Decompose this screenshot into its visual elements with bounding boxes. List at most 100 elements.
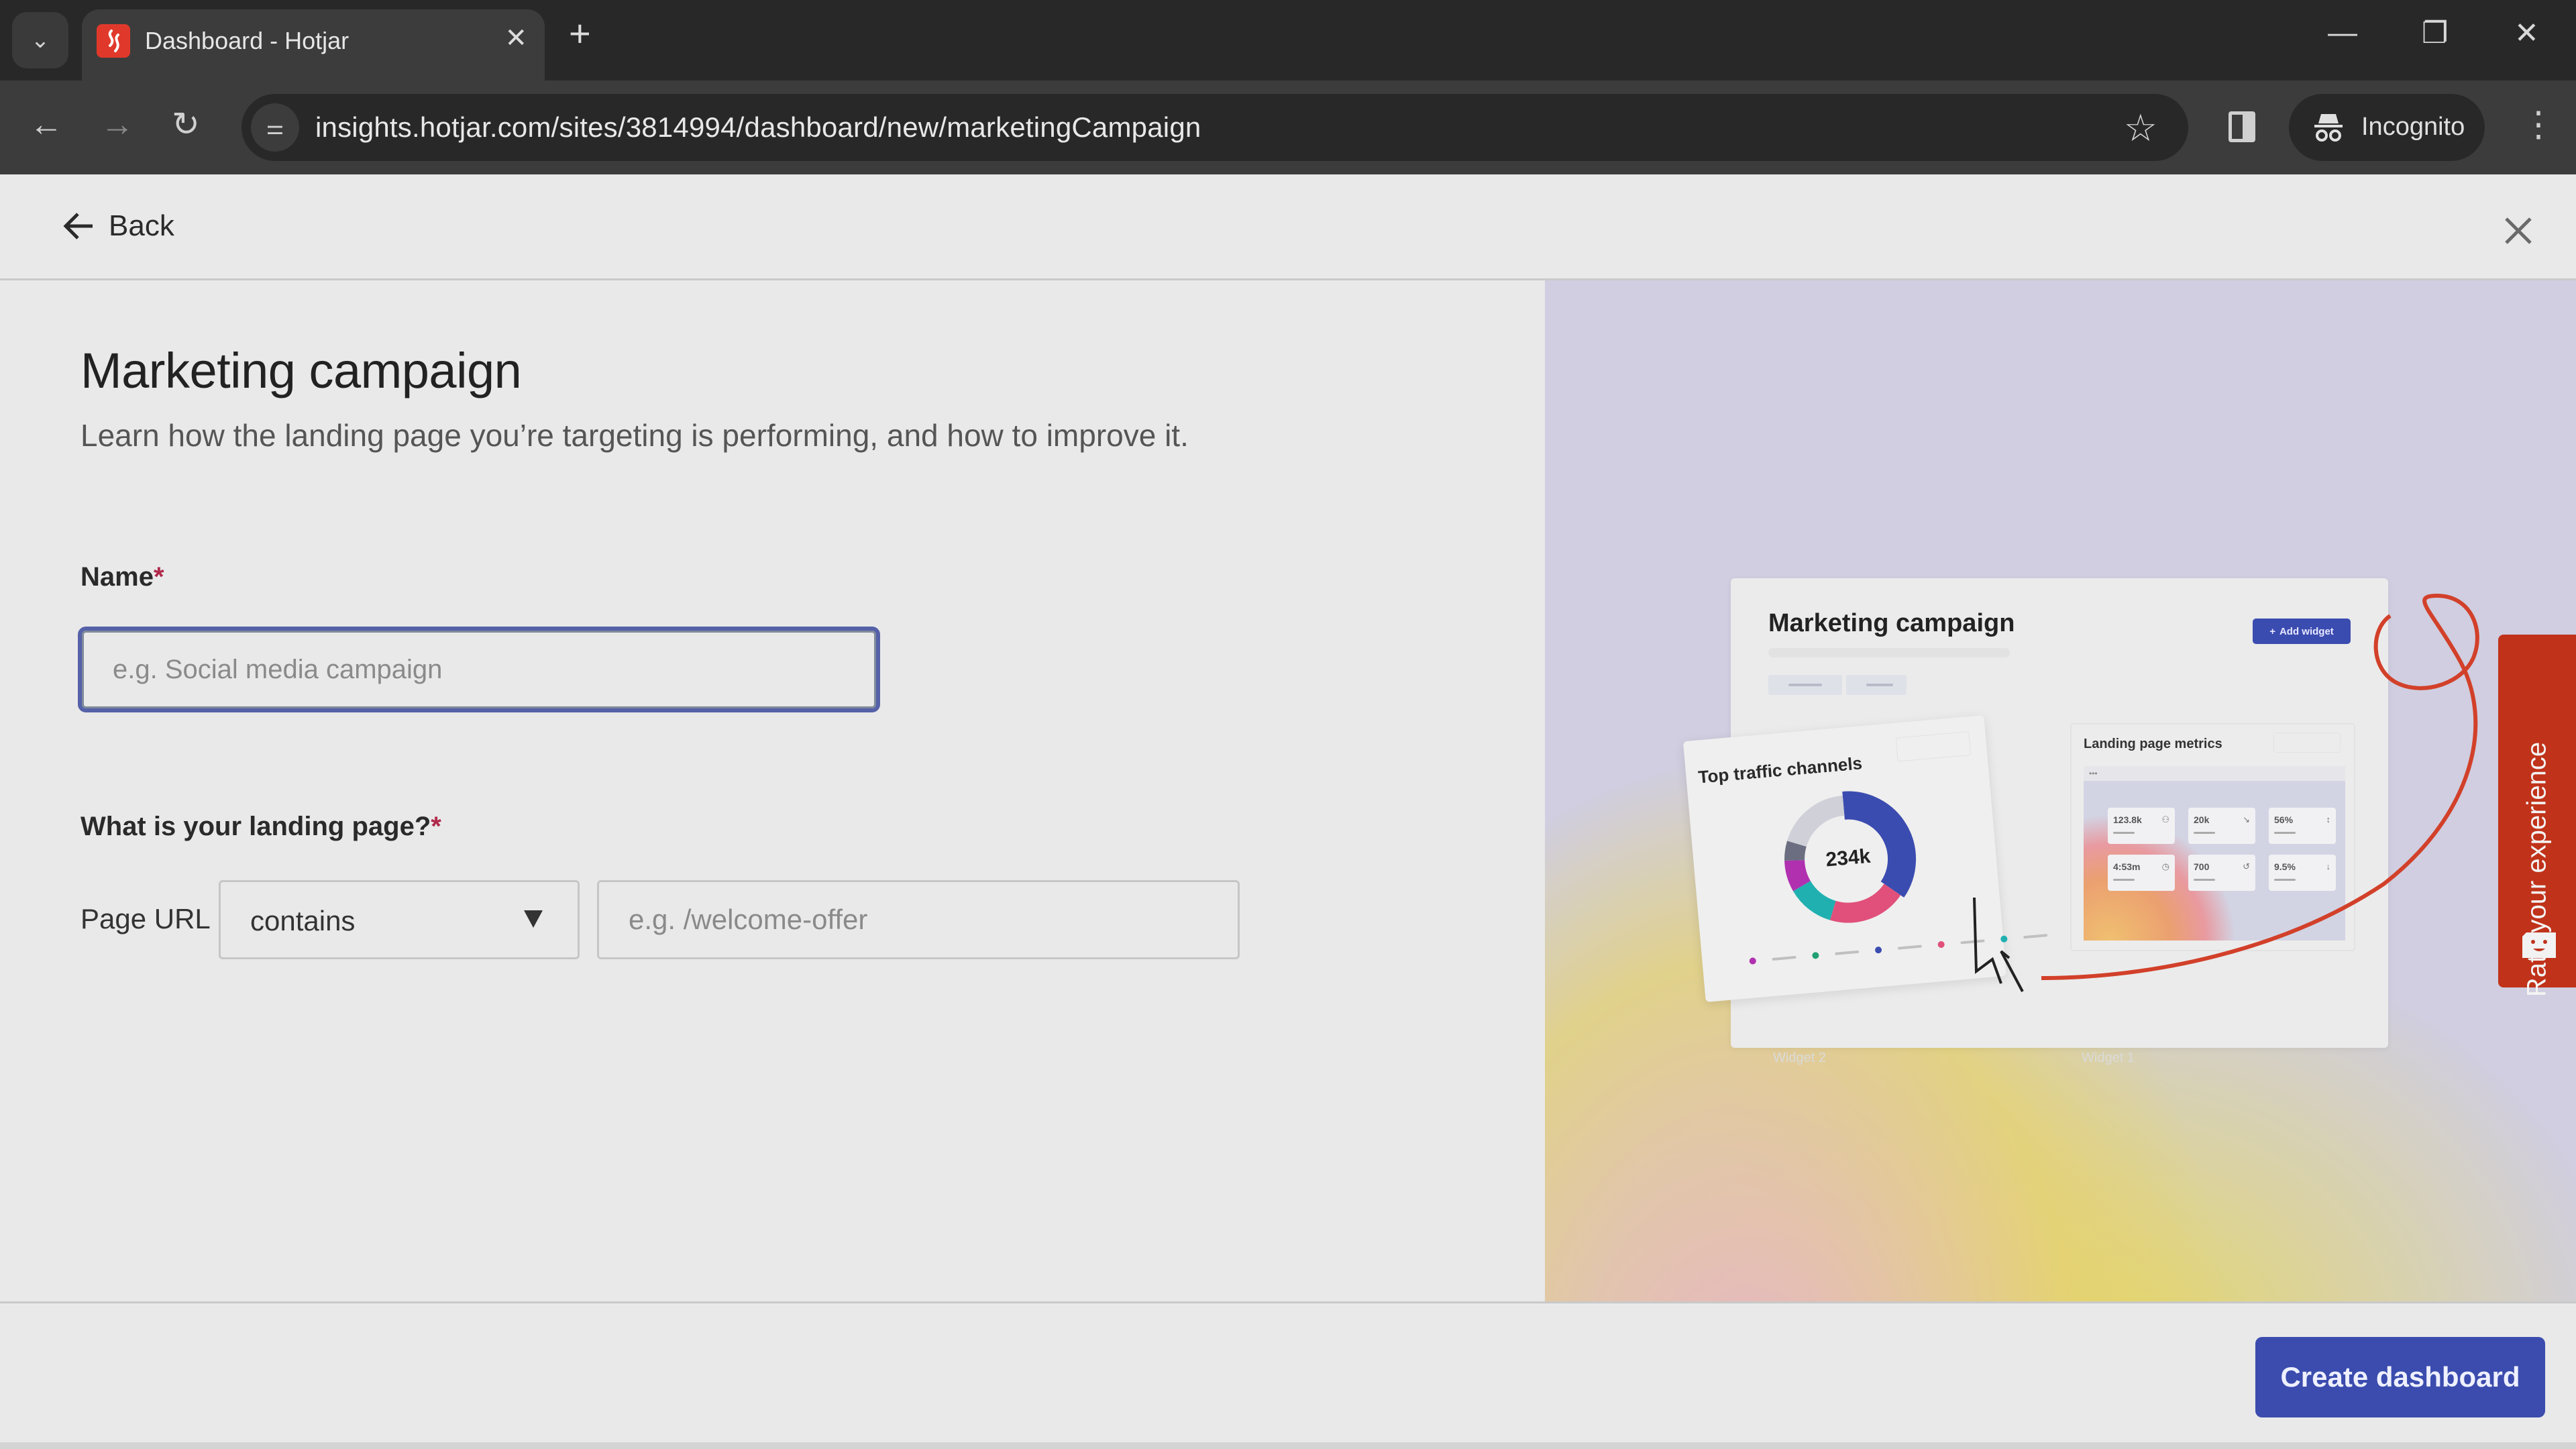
minimize-icon[interactable]: — (2328, 16, 2357, 50)
legend-dot (1811, 951, 1819, 959)
chevron-down-icon: ⌄ (30, 28, 50, 53)
page-subtitle: Learn how the landing page you’re target… (80, 418, 1189, 453)
landing-page-label: What is your landing page?* (80, 812, 441, 842)
donut-segment (1829, 883, 1901, 923)
incognito-icon (2314, 114, 2343, 142)
window-dots: ••• (2084, 766, 2345, 781)
reload-icon[interactable]: ↻ (172, 107, 200, 141)
footer-bar: Create dashboard (0, 1301, 2576, 1449)
rage-click-icon: ↺ (2243, 861, 2250, 871)
create-dashboard-button[interactable]: Create dashboard (2255, 1337, 2545, 1417)
name-label: Name* (80, 562, 164, 592)
required-mark: * (153, 562, 164, 592)
tab-title: Dashboard - Hotjar (145, 27, 350, 54)
page-url-input[interactable] (597, 880, 1240, 959)
browser-toolbar: ← → ↻ ⚌ insights.hotjar.com/sites/381499… (0, 80, 2576, 174)
donut-segment (1787, 795, 1845, 847)
metric-label-placeholder (2113, 832, 2135, 834)
metric-value: 20k (2194, 814, 2210, 825)
preview-add-widget-button: + Add widget (2253, 619, 2351, 644)
legend-line (1960, 939, 1985, 945)
url-text[interactable]: insights.hotjar.com/sites/3814994/dashbo… (315, 111, 1201, 144)
browser-menu-icon[interactable]: ⋮ (2521, 107, 2556, 142)
page-header: Back (0, 174, 2576, 280)
side-panel-icon[interactable] (2229, 111, 2255, 142)
metric-label-placeholder (2113, 879, 2135, 881)
metric-value: 123.8k (2113, 814, 2142, 825)
metric-value: 9.5% (2274, 861, 2296, 872)
metric-card: 20k ↘ (2188, 808, 2255, 844)
form-panel: Marketing campaign Learn how the landing… (0, 280, 1545, 1301)
metric-card: 4:53m ◷ (2108, 855, 2175, 891)
browser-tab-bar: ⌄ Dashboard - Hotjar ✕ + — ❐ ✕ (0, 0, 2576, 80)
new-tab-button[interactable]: + (569, 15, 591, 52)
drop-off-icon: ↓ (2326, 861, 2331, 871)
tune-icon: ⚌ (266, 116, 284, 139)
traffic-filter-placeholder (1895, 731, 1972, 762)
metric-card: 56% ↕ (2269, 808, 2336, 844)
bottom-strip (0, 1442, 2576, 1449)
clock-icon: ◷ (2161, 861, 2169, 871)
site-info-icon[interactable]: ⚌ (251, 103, 299, 152)
legend-dot (1749, 957, 1757, 965)
click-icon: ↘ (2243, 814, 2250, 824)
metrics-filter-placeholder (2273, 733, 2341, 753)
add-widget-label: Add widget (2279, 625, 2334, 637)
smiley-chat-icon (2522, 932, 2556, 958)
url-match-select[interactable]: contains (219, 880, 580, 959)
tab-search-button[interactable]: ⌄ (12, 12, 68, 68)
close-icon[interactable] (2502, 215, 2534, 247)
preview-filter-chip (1846, 675, 1907, 695)
users-icon: ⚇ (2161, 814, 2169, 824)
back-label: Back (109, 209, 174, 242)
legend-dot (1937, 941, 1945, 949)
traffic-title: Top traffic channels (1697, 753, 1864, 788)
plus-icon: + (2269, 625, 2275, 637)
preview-date-chip (1768, 675, 1842, 695)
metric-label-placeholder (2274, 832, 2296, 834)
name-input[interactable] (78, 627, 880, 712)
illustration-panel: Marketing campaign + Add widget Top traf… (1545, 280, 2576, 1301)
traffic-widget: Top traffic channels 234k (1682, 715, 2048, 1002)
metric-value: 56% (2274, 814, 2294, 825)
browser-tab[interactable]: Dashboard - Hotjar ✕ (82, 9, 545, 80)
back-button[interactable]: Back (63, 209, 174, 243)
page-title: Marketing campaign (80, 343, 522, 398)
legend-line (1772, 955, 1796, 961)
page-url-label: Page URL (80, 903, 211, 934)
metric-label-placeholder (2274, 879, 2296, 881)
legend-line (2023, 934, 2048, 939)
metrics-screenshot: ••• 123.8k ⚇ 20k ↘ 56% ↕ 4:53m ◷ 700 ↺ 9.5% ↓ (2084, 766, 2345, 941)
widget-ghost-2: Widget 2 (1773, 1051, 1826, 1065)
landing-page-label-text: What is your landing page? (80, 812, 431, 841)
metric-card: 700 ↺ (2188, 855, 2255, 891)
metrics-title: Landing page metrics (2084, 737, 2222, 751)
incognito-label: Incognito (2361, 113, 2465, 141)
required-mark: * (431, 812, 441, 841)
forward-nav-icon[interactable]: → (101, 107, 134, 141)
preview-subtitle-placeholder (1768, 648, 2010, 657)
address-bar[interactable]: ⚌ insights.hotjar.com/sites/3814994/dash… (241, 94, 2188, 161)
arrow-left-icon (63, 213, 93, 239)
legend-dot (1874, 946, 1882, 954)
preview-title: Marketing campaign (1768, 609, 2015, 637)
legend-line (1835, 950, 1860, 955)
restore-icon[interactable]: ❐ (2422, 16, 2448, 50)
metric-label-placeholder (2194, 879, 2215, 881)
scroll-icon: ↕ (2326, 814, 2331, 824)
name-label-text: Name (80, 562, 154, 592)
rate-experience-tab[interactable]: Rate your experience (2498, 635, 2576, 997)
window-close-icon[interactable]: ✕ (2514, 16, 2539, 50)
bookmark-star-icon[interactable]: ☆ (2124, 106, 2157, 150)
hotjar-logo-icon (97, 24, 130, 58)
incognito-badge[interactable]: Incognito (2289, 94, 2485, 161)
widget-ghost-1: Widget 1 (2082, 1051, 2135, 1065)
caret-down-icon (524, 910, 543, 928)
metric-value: 700 (2194, 861, 2210, 872)
metric-label-placeholder (2194, 832, 2215, 834)
back-nav-icon[interactable]: ← (30, 107, 63, 141)
metric-card: 9.5% ↓ (2269, 855, 2336, 891)
tab-close-icon[interactable]: ✕ (504, 23, 527, 54)
donut-segment (1792, 880, 1837, 920)
metric-value: 4:53m (2113, 861, 2141, 872)
